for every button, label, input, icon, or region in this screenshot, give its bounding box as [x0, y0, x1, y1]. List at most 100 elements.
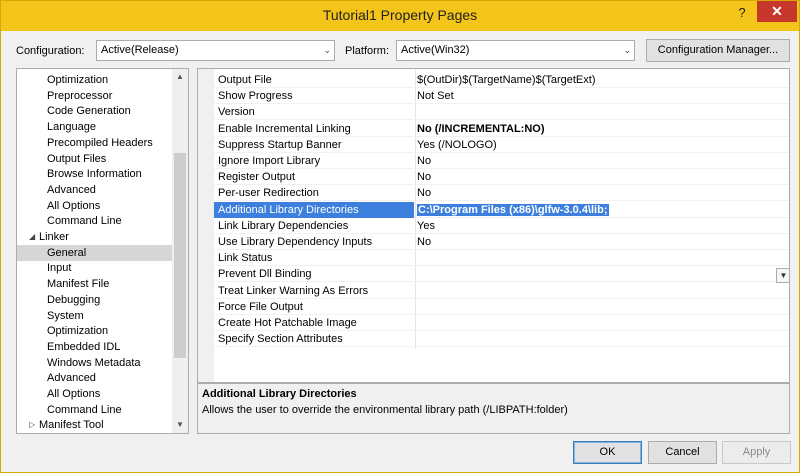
property-value[interactable] — [417, 104, 769, 120]
property-name: Create Hot Patchable Image — [218, 317, 357, 329]
chevron-down-icon: ⌄ — [323, 45, 331, 55]
cancel-button[interactable]: Cancel — [648, 441, 717, 464]
tree-item[interactable]: Command Line — [17, 213, 173, 229]
description-panel: Additional Library Directories Allows th… — [197, 383, 790, 434]
tree-item-label: Browse Information — [47, 168, 142, 181]
platform-value: Active(Win32) — [401, 44, 470, 56]
tree-item[interactable]: Command Line — [17, 402, 173, 418]
property-grid: Output File $(OutDir)$(TargetName)$(Targe… — [197, 68, 790, 383]
scrollbar-thumb[interactable] — [174, 153, 186, 358]
tree-item-label: Advanced — [47, 372, 96, 385]
property-row[interactable]: Suppress Startup Banner Yes (/NOLOGO) — [214, 137, 789, 153]
property-row[interactable]: Prevent Dll Binding — [214, 266, 789, 283]
tree-item[interactable]: Windows Metadata — [17, 355, 173, 371]
tree-item[interactable]: Browse Information — [17, 166, 173, 182]
value-dropdown-button[interactable]: ▼ — [776, 268, 789, 283]
property-value-text: No (/INCREMENTAL:NO) — [417, 122, 545, 135]
apply-button[interactable]: Apply — [722, 441, 791, 464]
tree-item[interactable]: Debugging — [17, 292, 173, 308]
tree-item-label: Output Files — [47, 152, 107, 165]
tree-item[interactable]: Input — [17, 260, 173, 276]
property-row[interactable]: Force File Output — [214, 299, 789, 315]
tree-item-label: Advanced — [47, 183, 96, 196]
platform-select[interactable]: Active(Win32) ⌄ — [396, 40, 635, 61]
property-value[interactable]: Not Set — [417, 88, 769, 104]
configuration-select[interactable]: Active(Release) ⌄ — [96, 40, 335, 61]
tree-item[interactable]: All Options — [17, 198, 173, 214]
tree-item-label: All Options — [47, 199, 101, 212]
property-name: Ignore Import Library — [218, 155, 321, 167]
tree-item[interactable]: Language — [17, 119, 173, 135]
property-row[interactable]: Per-user Redirection No — [214, 185, 789, 202]
property-value-text: Not Set — [417, 90, 454, 103]
tree-item[interactable]: Manifest File — [17, 276, 173, 292]
tree-item-label: All Options — [47, 388, 101, 400]
tree-item-label: Preprocessor — [47, 89, 113, 102]
property-row[interactable]: Output File $(OutDir)$(TargetName)$(Targe… — [214, 72, 789, 88]
property-value[interactable] — [417, 250, 769, 266]
tree-item[interactable]: Preprocessor — [17, 88, 173, 104]
property-value[interactable]: No — [417, 153, 769, 169]
property-value[interactable]: No — [417, 234, 769, 250]
property-name: Specify Section Attributes — [218, 333, 343, 346]
property-row[interactable]: Additional Library Directories C:\Program… — [214, 201, 789, 218]
property-row[interactable]: Link Status — [214, 250, 789, 267]
tree-item[interactable]: Advanced — [17, 182, 173, 198]
help-button[interactable]: ? — [727, 3, 757, 23]
property-name: Suppress Startup Banner — [218, 138, 342, 151]
expand-arrow-icon[interactable]: ▷ — [29, 417, 35, 433]
tree-item[interactable]: Optimization — [17, 72, 173, 88]
property-value[interactable]: No (/INCREMENTAL:NO) — [417, 121, 769, 137]
tree-item[interactable]: General — [17, 244, 173, 261]
tree-item-label: Code Generation — [47, 105, 131, 118]
tree-item[interactable]: Precompiled Headers — [17, 135, 173, 151]
tree-item-label: Optimization — [47, 325, 109, 338]
property-value[interactable] — [417, 283, 769, 299]
configuration-manager-button[interactable]: Configuration Manager... — [646, 39, 790, 62]
property-row[interactable]: Link Library Dependencies Yes — [214, 218, 789, 234]
property-row[interactable]: Version — [214, 104, 789, 121]
tree-item[interactable]: Optimization — [17, 323, 173, 339]
property-value[interactable]: No — [417, 169, 769, 185]
tree-item-label: Command Line — [47, 215, 122, 228]
property-value[interactable]: $(OutDir)$(TargetName)$(TargetExt) — [417, 72, 769, 88]
tree-item-label: Linker — [39, 231, 69, 243]
property-row[interactable]: Create Hot Patchable Image — [214, 315, 789, 331]
tree-item[interactable]: System — [17, 308, 173, 324]
tree-item[interactable]: ▷ Manifest Tool — [17, 417, 173, 433]
tree-item[interactable]: Embedded IDL — [17, 339, 173, 355]
property-row[interactable]: Use Library Dependency Inputs No — [214, 234, 789, 250]
property-value[interactable]: Yes — [417, 218, 769, 234]
property-row[interactable]: Specify Section Attributes — [214, 331, 789, 348]
property-name: Per-user Redirection — [218, 187, 319, 200]
property-value-text: $(OutDir)$(TargetName)$(TargetExt) — [417, 74, 596, 86]
tree-item[interactable]: Code Generation — [17, 103, 173, 119]
property-row[interactable]: Show Progress Not Set — [214, 88, 789, 105]
property-value[interactable]: No — [417, 185, 769, 201]
tree-scrollbar[interactable]: ▲ ▼ — [172, 69, 188, 433]
chevron-down-icon[interactable]: ▼ — [172, 417, 188, 433]
title-bar[interactable]: Tutorial1 Property Pages ? ✕ — [1, 1, 799, 31]
property-value[interactable] — [417, 331, 769, 347]
property-row[interactable]: Treat Linker Warning As Errors — [214, 283, 789, 299]
tree-item[interactable]: All Options — [17, 386, 173, 402]
property-tree[interactable]: Optimization Preprocessor Code Generation L… — [16, 68, 189, 434]
property-row[interactable]: Enable Incremental Linking No (/INCREMENT… — [214, 121, 789, 137]
grid-gutter — [198, 69, 214, 382]
property-value[interactable] — [417, 266, 769, 282]
property-value[interactable]: C:\Program Files (x86)\glfw-3.0.4\lib; — [417, 202, 769, 218]
property-value[interactable] — [417, 299, 769, 315]
collapse-arrow-icon[interactable]: ◢ — [29, 229, 35, 245]
tree-item[interactable]: ◢ Linker — [17, 229, 173, 245]
property-value[interactable] — [417, 315, 769, 331]
property-row[interactable]: Register Output No — [214, 169, 789, 186]
tree-item[interactable]: Output Files — [17, 151, 173, 167]
property-value[interactable]: Yes (/NOLOGO) — [417, 137, 769, 153]
tree-item[interactable]: Advanced — [17, 370, 173, 386]
property-row[interactable]: Ignore Import Library No — [214, 153, 789, 169]
close-button[interactable]: ✕ — [757, 1, 797, 22]
ok-button[interactable]: OK — [573, 441, 642, 464]
chevron-up-icon[interactable]: ▲ — [172, 69, 188, 85]
tree-item-label: Language — [47, 121, 96, 134]
property-name: Output File — [218, 74, 272, 86]
